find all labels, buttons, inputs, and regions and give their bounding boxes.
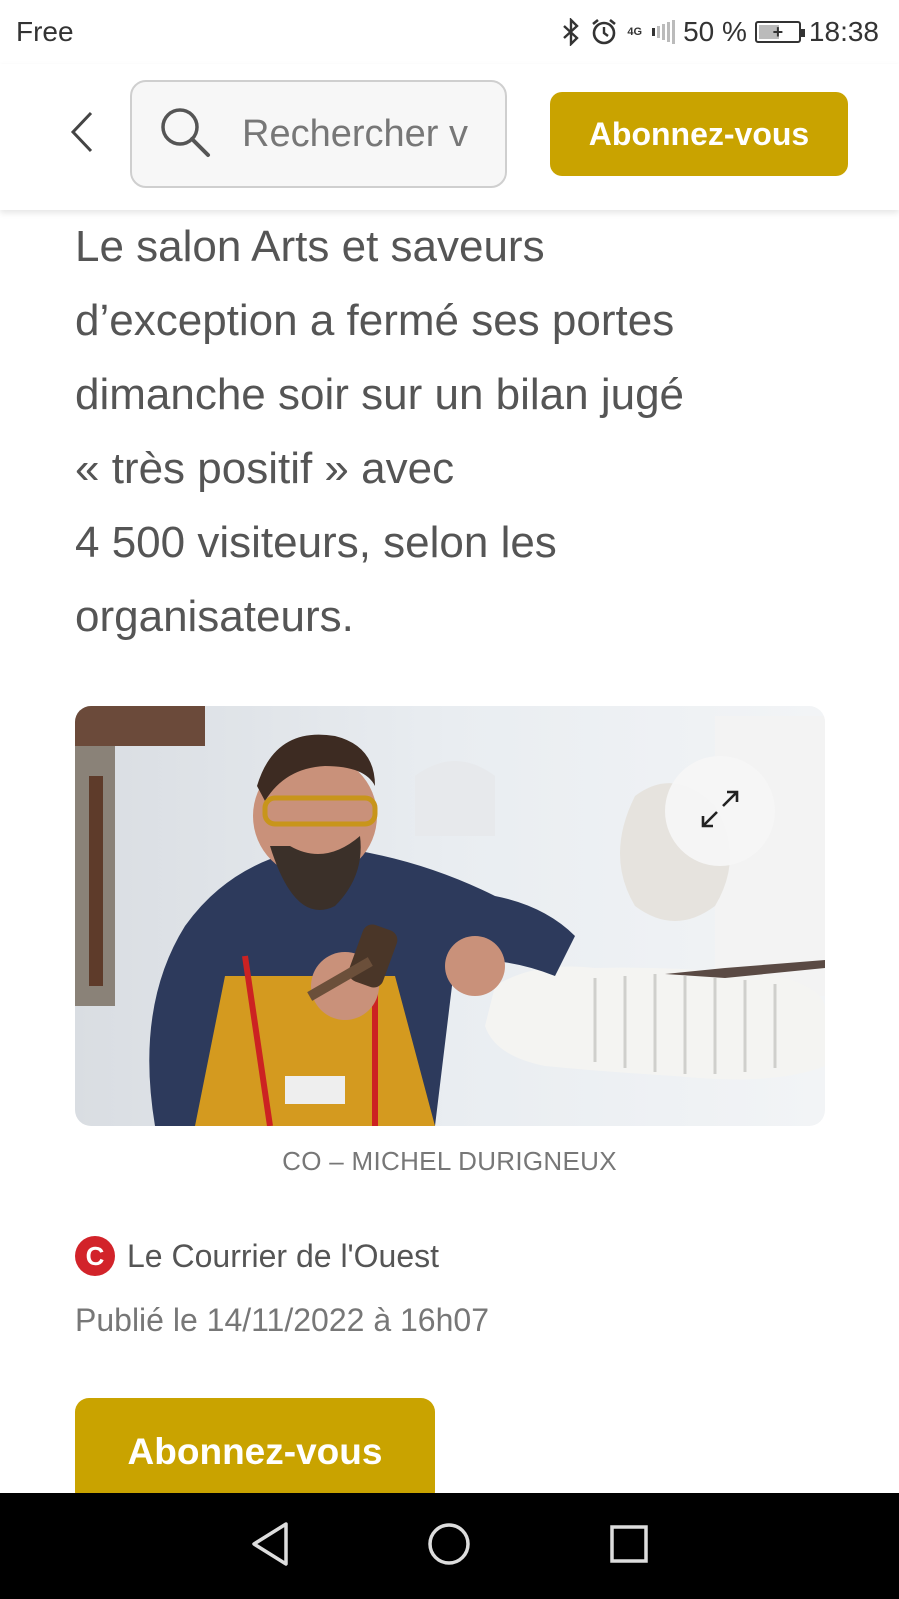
status-bar: Free 4G 50 % + 18:38: [0, 0, 899, 64]
bluetooth-icon: [561, 18, 581, 46]
nav-recents-button[interactable]: [594, 1511, 664, 1581]
lead-line: d’exception a fermé ses portes: [75, 296, 675, 345]
source-logo-icon: C: [75, 1236, 115, 1276]
lead-line: dimanche soir sur un bilan jugé: [75, 370, 685, 419]
lead-line: organisateurs.: [75, 592, 354, 641]
square-recents-icon: [607, 1522, 651, 1571]
article-photo[interactable]: [75, 706, 825, 1126]
article-source[interactable]: C Le Courrier de l'Ouest: [75, 1236, 439, 1276]
search-input[interactable]: [242, 112, 472, 156]
nav-back-button[interactable]: [235, 1511, 305, 1581]
battery-percent: 50 %: [683, 16, 747, 47]
status-icons: 4G 50 % + 18:38: [561, 16, 879, 48]
circle-home-icon: [425, 1520, 473, 1573]
source-name: Le Courrier de l'Ouest: [127, 1237, 440, 1274]
expand-photo-button[interactable]: [665, 756, 775, 866]
photo-credit: CO – MICHEL DURIGNEUX: [282, 1146, 617, 1176]
signal-icon: [652, 20, 676, 44]
chevron-left-icon: [67, 109, 97, 160]
battery-icon: +: [754, 21, 805, 43]
lead-line: Le salon Arts et saveurs: [75, 222, 545, 271]
triangle-back-icon: [248, 1520, 292, 1573]
search-icon: [158, 105, 212, 164]
subscribe-button-bottom[interactable]: Abonnez-vous: [75, 1398, 435, 1506]
published-date: Publié le 14/11/2022 à 16h07: [75, 1302, 489, 1338]
carrier-label: Free: [16, 16, 74, 47]
back-button[interactable]: [58, 104, 106, 164]
system-nav-bar: [0, 1493, 899, 1599]
lead-line: « très positif » avec: [75, 444, 455, 493]
subscribe-button[interactable]: Abonnez-vous: [550, 92, 848, 176]
network-type-icon: 4G: [627, 25, 643, 38]
lead-line: 4 500 visiteurs, selon les: [75, 518, 557, 567]
expand-icon: [695, 784, 745, 839]
nav-home-button[interactable]: [414, 1511, 484, 1581]
article-lead: Le salon Arts et saveurs d’exception a f…: [75, 210, 815, 654]
app-header: Abonnez-vous: [0, 64, 899, 210]
alarm-icon: [589, 17, 619, 47]
search-box[interactable]: [130, 80, 507, 188]
clock: 18:38: [808, 16, 879, 47]
